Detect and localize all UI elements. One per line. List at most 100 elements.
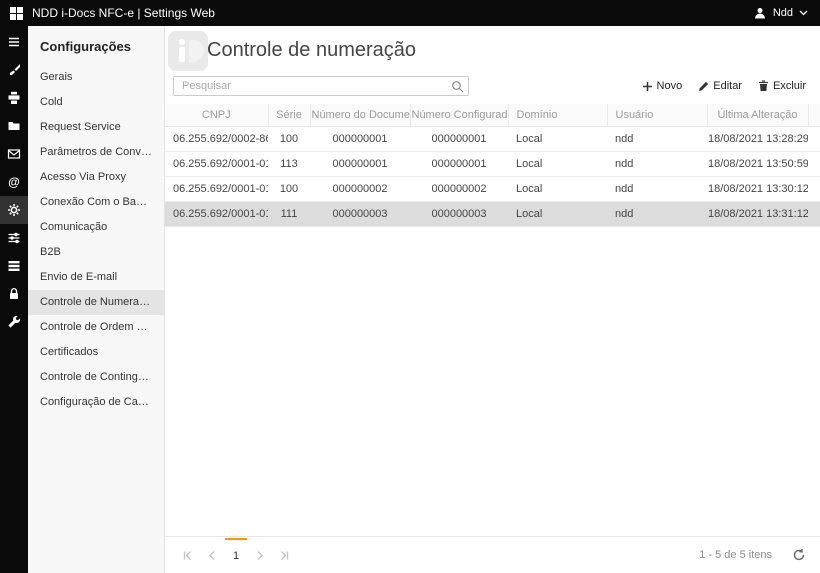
page-header: Controle de numeração	[165, 26, 820, 74]
user-menu[interactable]: Ndd	[753, 6, 808, 20]
table-cell-spacer	[808, 201, 820, 226]
table-cell: Local	[508, 151, 607, 176]
toolbar-actions: Novo Editar Excluir	[642, 80, 806, 92]
table-cell: 000000003	[410, 201, 508, 226]
table-row[interactable]: 06.255.692/0001-01111000000003000000003L…	[165, 201, 820, 226]
icon-rail: @	[0, 26, 28, 573]
trash-icon	[758, 80, 769, 92]
sidebar-title: Configurações	[28, 26, 164, 65]
delete-button[interactable]: Excluir	[758, 80, 806, 92]
tools-icon[interactable]	[0, 56, 28, 84]
page-title: Controle de numeração	[207, 39, 416, 62]
chevron-down-icon	[799, 10, 808, 16]
sliders-icon[interactable]	[0, 224, 28, 252]
list-icon[interactable]	[0, 252, 28, 280]
column-header-numero-configurado[interactable]: Número Configurado	[410, 104, 508, 126]
at-icon[interactable]: @	[0, 168, 28, 196]
table-cell: 000000001	[310, 126, 410, 151]
column-header-numero-do-documento[interactable]: Número do Documento	[310, 104, 410, 126]
table-cell: ndd	[607, 201, 707, 226]
table-cell: 100	[268, 126, 310, 151]
prev-page-button[interactable]	[200, 537, 225, 573]
sidebar-item-controle-de-numeracao[interactable]: Controle de Numeração	[28, 290, 164, 315]
table-cell: 000000001	[310, 151, 410, 176]
column-header-cnpj[interactable]: CNPJ	[165, 104, 268, 126]
new-button[interactable]: Novo	[642, 80, 683, 92]
mail-icon[interactable]	[0, 140, 28, 168]
sidebar-item-gerais[interactable]: Gerais	[28, 65, 164, 90]
table-cell: 000000002	[410, 176, 508, 201]
idocs-watermark-logo	[168, 31, 208, 71]
table-cell: ndd	[607, 126, 707, 151]
table-cell: 113	[268, 151, 310, 176]
sidebar-item-acesso-via-proxy[interactable]: Acesso Via Proxy	[28, 165, 164, 190]
sidebar-item-conexao-com-o-banco-de-dados[interactable]: Conexão Com o Banco de Dados	[28, 190, 164, 215]
pencil-icon	[698, 81, 709, 92]
sidebar-item-controle-de-contingencia[interactable]: Controle de Contingência	[28, 365, 164, 390]
first-page-button[interactable]	[175, 537, 200, 573]
sidebar-item-controle-de-ordem-de-operacao[interactable]: Controle de Ordem de Operação	[28, 315, 164, 340]
table-cell: 06.255.692/0001-01	[165, 151, 268, 176]
page-number-button[interactable]: 1	[225, 538, 247, 573]
table-cell: 06.255.692/0002-86	[165, 126, 268, 151]
printer-icon[interactable]	[0, 84, 28, 112]
search-icon[interactable]	[451, 80, 464, 93]
numbering-table: CNPJSérieNúmero do DocumentoNúmero Confi…	[165, 104, 820, 227]
menu-icon[interactable]	[0, 28, 28, 56]
table-cell: 18/08/2021 13:28:29	[707, 126, 808, 151]
search-input[interactable]	[173, 76, 469, 96]
user-name: Ndd	[773, 7, 793, 19]
column-header-spacer	[808, 104, 820, 126]
next-page-button[interactable]	[247, 537, 272, 573]
table-cell: 18/08/2021 13:30:12	[707, 176, 808, 201]
sidebar-item-comunicacao[interactable]: Comunicação	[28, 215, 164, 240]
table-cell: 111	[268, 201, 310, 226]
last-page-button[interactable]	[272, 537, 297, 573]
sidebar: Configurações GeraisColdRequest ServiceP…	[28, 26, 165, 573]
table-row[interactable]: 06.255.692/0002-86100000000001000000001L…	[165, 126, 820, 151]
column-header-serie[interactable]: Série	[268, 104, 310, 126]
table-cell: 000000001	[410, 126, 508, 151]
toolbar: Novo Editar Excluir	[165, 74, 820, 104]
table-cell: Local	[508, 201, 607, 226]
refresh-icon[interactable]	[792, 548, 806, 562]
table-cell: ndd	[607, 176, 707, 201]
app-title: NDD i-Docs NFC-e | Settings Web	[32, 6, 215, 20]
sidebar-item-certificados[interactable]: Certificados	[28, 340, 164, 365]
table-cell: 000000002	[310, 176, 410, 201]
pager: 1 1 - 5 de 5 itens	[165, 536, 820, 573]
edit-button[interactable]: Editar	[698, 80, 742, 92]
pager-info-text: 1 - 5 de 5 itens	[699, 549, 772, 561]
column-header-usuario[interactable]: Usuário	[607, 104, 707, 126]
edit-button-label: Editar	[713, 80, 742, 92]
table-row[interactable]: 06.255.692/0001-01100000000002000000002L…	[165, 176, 820, 201]
folder-icon[interactable]	[0, 112, 28, 140]
wrench-icon[interactable]	[0, 308, 28, 336]
table-cell-spacer	[808, 151, 820, 176]
table-cell-spacer	[808, 126, 820, 151]
sidebar-item-b2b[interactable]: B2B	[28, 240, 164, 265]
lock-icon[interactable]	[0, 280, 28, 308]
user-icon	[753, 6, 767, 20]
table-cell-spacer	[808, 176, 820, 201]
main-panel: Controle de numeração Novo Editar	[165, 26, 820, 573]
column-header-dominio[interactable]: Domínio	[508, 104, 607, 126]
table-cell: ndd	[607, 151, 707, 176]
column-header-ultima-alteracao[interactable]: Última Alteração	[707, 104, 808, 126]
table-cell: 000000001	[410, 151, 508, 176]
gear-icon[interactable]	[0, 196, 28, 224]
pager-info: 1 - 5 de 5 itens	[699, 548, 806, 562]
app-logo-icon[interactable]	[10, 7, 23, 20]
topbar: NDD i-Docs NFC-e | Settings Web Ndd	[0, 0, 820, 26]
table-row[interactable]: 06.255.692/0001-01113000000001000000001L…	[165, 151, 820, 176]
sidebar-item-parametros-de-conversao[interactable]: Parâmetros de Conversão	[28, 140, 164, 165]
table-header-row: CNPJSérieNúmero do DocumentoNúmero Confi…	[165, 104, 820, 126]
sidebar-item-cold[interactable]: Cold	[28, 90, 164, 115]
sidebar-item-configuracao-de-cache[interactable]: Configuração de Cache	[28, 390, 164, 415]
search-box	[173, 76, 469, 96]
table-cell: Local	[508, 126, 607, 151]
sidebar-item-request-service[interactable]: Request Service	[28, 115, 164, 140]
table-cell: Local	[508, 176, 607, 201]
table-cell: 18/08/2021 13:50:59	[707, 151, 808, 176]
sidebar-item-envio-de-e-mail[interactable]: Envio de E-mail	[28, 265, 164, 290]
